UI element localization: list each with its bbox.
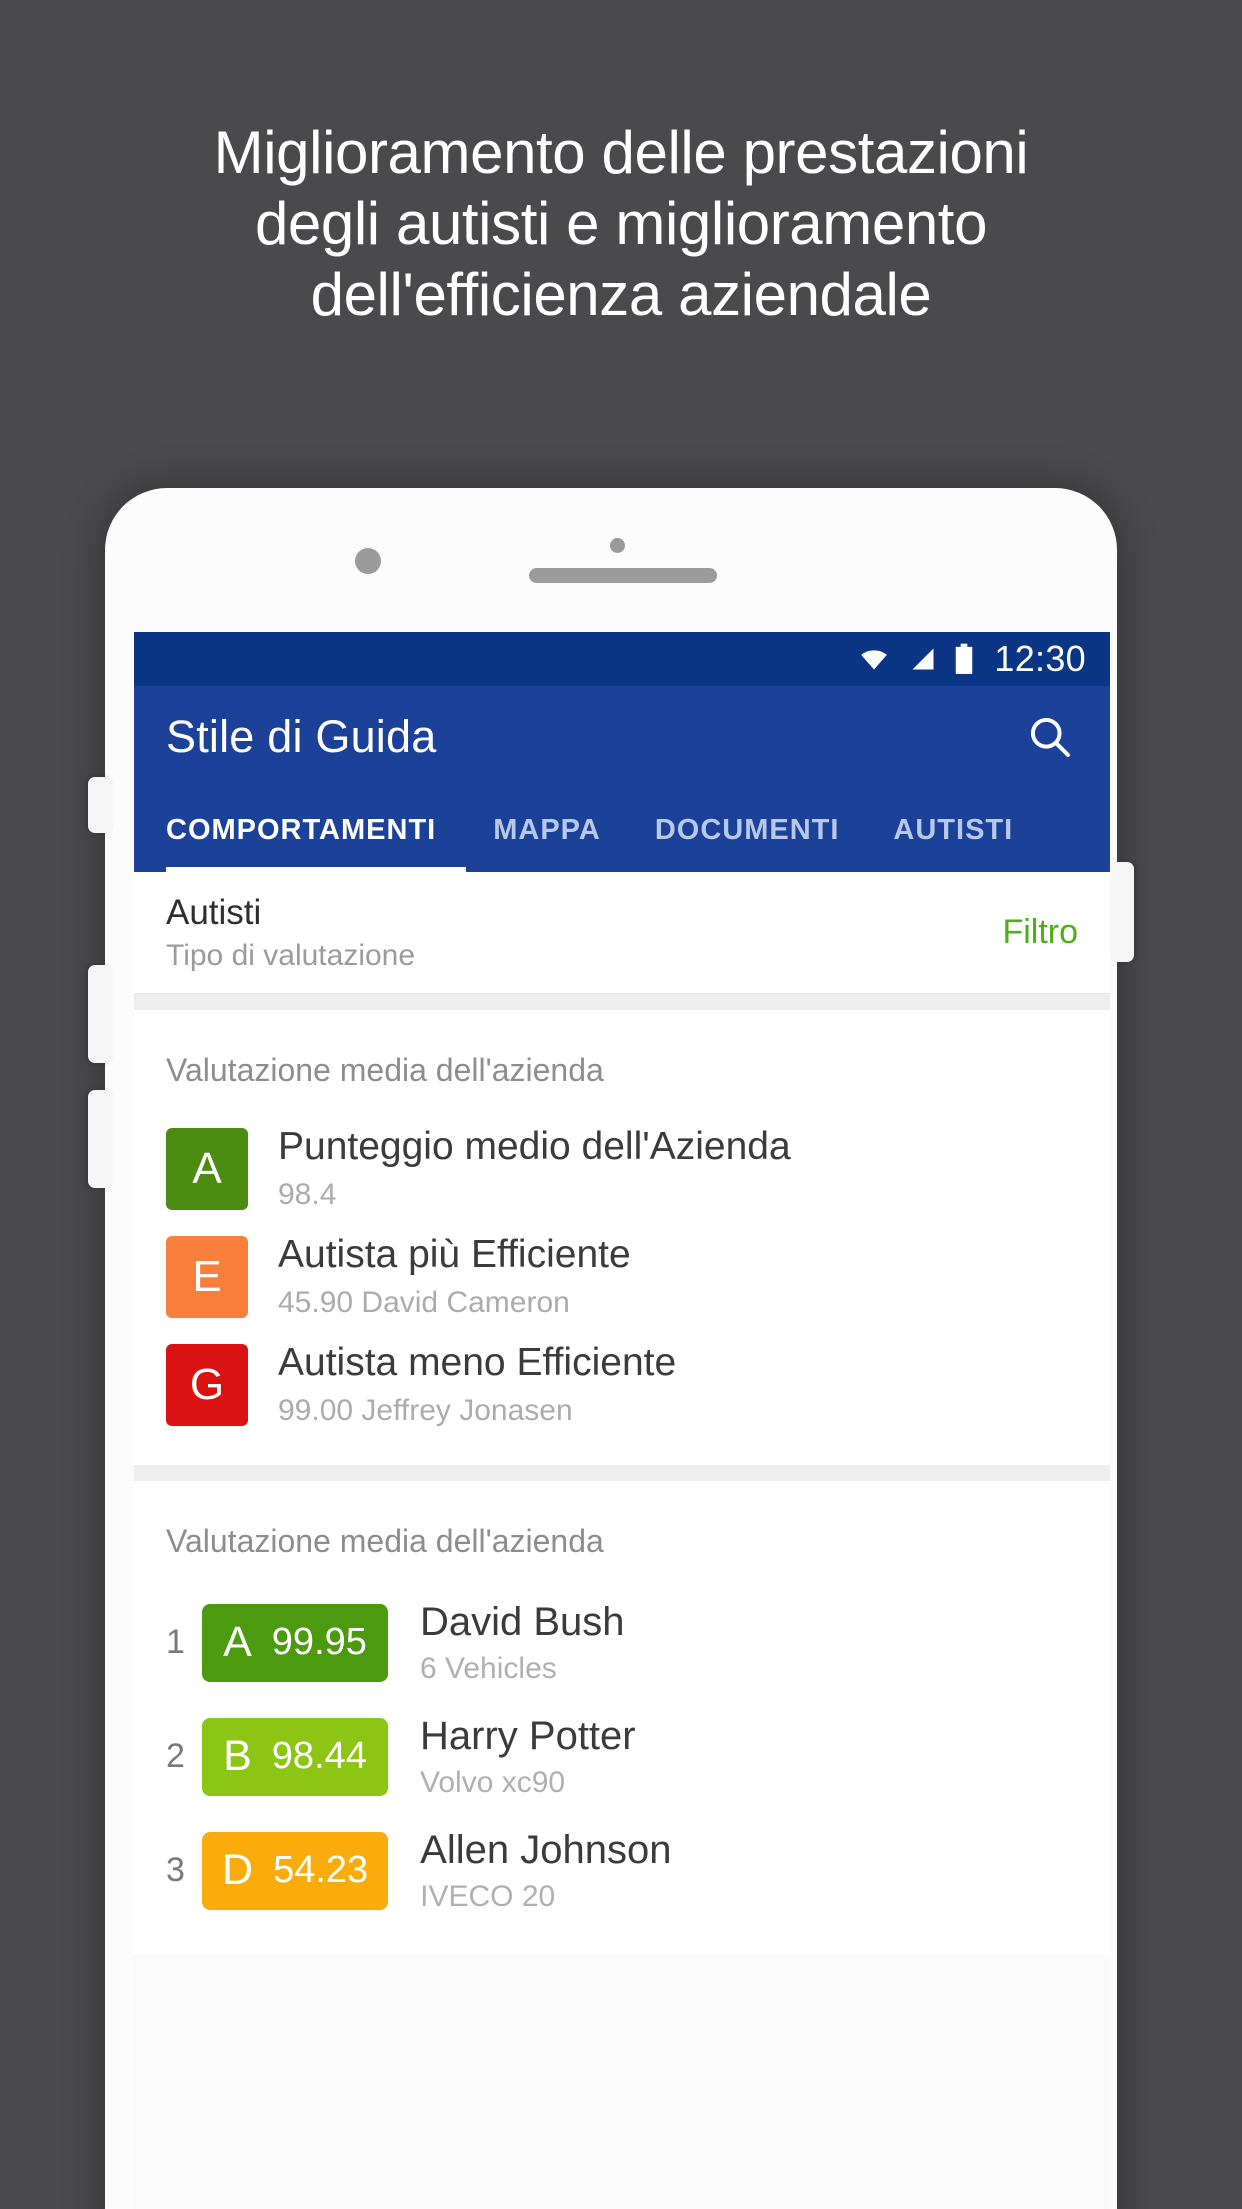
table-row[interactable]: 2 B 98.44 Harry Potter Volvo xc90 <box>134 1700 1110 1814</box>
grade-letter: E <box>192 1251 222 1301</box>
status-bar: 12:30 <box>134 632 1110 686</box>
driver-name: Allen Johnson <box>420 1827 672 1872</box>
grade-letter: D <box>222 1846 254 1895</box>
search-icon <box>1030 717 1070 757</box>
grade-score-badge: B 98.44 <box>202 1717 388 1796</box>
list-item-subtitle: 45.90 David Cameron <box>278 1285 570 1319</box>
tab-label: DOCUMENTI <box>654 813 840 846</box>
headline-line-1: Miglioramento delle prestazioni <box>213 119 1029 186</box>
phone-button-volume-down[interactable] <box>88 1090 112 1188</box>
list-item-subtitle: 99.00 Jeffrey Jonasen <box>278 1393 573 1427</box>
signal-icon <box>912 648 934 670</box>
phone-button-mute[interactable] <box>88 777 112 833</box>
page-title: Miglioramento delle prestazioni degli au… <box>0 118 1242 330</box>
grade-badge: E <box>166 1235 248 1318</box>
phone-button-power[interactable] <box>1112 862 1134 962</box>
list-item-texts: Autista più Efficiente 45.90 David Camer… <box>278 1232 631 1320</box>
headline-line-3: dell'efficienza aziendale <box>310 260 932 328</box>
filter-button[interactable]: Filtro <box>1002 913 1078 952</box>
search-button[interactable] <box>1022 709 1078 765</box>
rank-number: 2 <box>166 1737 185 1776</box>
table-row-texts: David Bush 6 Vehicles <box>420 1600 625 1686</box>
filter-subtitle: Tipo di valutazione <box>166 938 416 972</box>
tab-mappa[interactable]: MAPPA <box>466 788 628 872</box>
grade-letter: A <box>223 1618 252 1667</box>
battery-icon <box>956 643 973 674</box>
score-value: 99.95 <box>271 1621 367 1664</box>
app-bar: Stile di Guida <box>134 686 1110 788</box>
grade-letter: G <box>189 1359 225 1409</box>
card-title: Valutazione media dell'azienda <box>166 1522 604 1559</box>
table-row[interactable]: 3 D 54.23 Allen Johnson IVECO 20 <box>134 1814 1110 1928</box>
wifi-icon <box>861 650 888 670</box>
grade-score-badge: A 99.95 <box>202 1603 388 1682</box>
tab-label: AUTISTI <box>893 813 1014 846</box>
table-row-texts: Harry Potter Volvo xc90 <box>420 1714 636 1800</box>
status-bar-clock: 12:30 <box>994 638 1086 679</box>
rank-number: 3 <box>166 1851 185 1890</box>
grade-letter: A <box>192 1143 222 1193</box>
grade-badge: A <box>166 1127 248 1210</box>
filter-header[interactable]: Autisti Tipo di valutazione Filtro <box>134 872 1110 994</box>
list-item[interactable]: A Punteggio medio dell'Azienda 98.4 <box>134 1115 1110 1223</box>
grade-score-badge: D 54.23 <box>202 1831 389 1910</box>
list-item-texts: Punteggio medio dell'Azienda 98.4 <box>278 1125 791 1212</box>
driver-ranking-card: Valutazione media dell'azienda 1 A 99.95… <box>134 1480 1110 1954</box>
list-item-title: Autista meno Efficiente <box>278 1340 677 1384</box>
tab-bar[interactable]: COMPORTAMENTI MAPPA DOCUMENTI AUTISTI <box>134 788 1110 872</box>
tab-label: COMPORTAMENTI <box>166 813 437 846</box>
phone-screen: 12:30 Stile di Guida COMPORTAMENTI MAPPA… <box>134 632 1110 2209</box>
promo-screenshot: Miglioramento delle prestazioni degli au… <box>0 0 1242 2209</box>
grade-badge: G <box>166 1343 248 1426</box>
filter-title: Autisti <box>166 893 262 933</box>
driver-vehicle: IVECO 20 <box>420 1879 556 1913</box>
headline-line-2: degli autisti e miglioramento <box>254 189 988 257</box>
list-item-texts: Autista meno Efficiente 99.00 Jeffrey Jo… <box>278 1340 677 1428</box>
list-item-subtitle: 98.4 <box>278 1177 337 1211</box>
tab-label: MAPPA <box>493 813 601 846</box>
driver-name: David Bush <box>420 1599 625 1644</box>
list-item[interactable]: E Autista più Efficiente 45.90 David Cam… <box>134 1223 1110 1331</box>
grade-letter: B <box>223 1732 252 1781</box>
driver-vehicle: 6 Vehicles <box>420 1651 557 1685</box>
driver-name: Harry Potter <box>420 1713 636 1758</box>
section-divider <box>134 994 1110 1010</box>
score-value: 54.23 <box>273 1849 369 1892</box>
tab-comportamenti[interactable]: COMPORTAMENTI <box>166 788 467 872</box>
list-item[interactable]: G Autista meno Efficiente 99.00 Jeffrey … <box>134 1331 1110 1439</box>
card-title: Valutazione media dell'azienda <box>166 1052 604 1088</box>
score-value: 98.44 <box>271 1735 367 1778</box>
table-row-texts: Allen Johnson IVECO 20 <box>420 1828 671 1914</box>
front-camera-icon <box>355 548 381 574</box>
proximity-sensor-icon <box>610 538 625 553</box>
filter-header-texts: Autisti Tipo di valutazione <box>166 892 1002 972</box>
phone-button-volume-up[interactable] <box>88 965 112 1063</box>
earpiece-speaker <box>529 568 717 583</box>
tab-documenti[interactable]: DOCUMENTI <box>628 788 867 872</box>
table-row[interactable]: 1 A 99.95 David Bush 6 Vehicles <box>134 1586 1110 1700</box>
list-item-title: Autista più Efficiente <box>278 1232 631 1276</box>
tab-autisti[interactable]: AUTISTI <box>866 788 1040 872</box>
driver-vehicle: Volvo xc90 <box>420 1765 566 1799</box>
company-average-card: Valutazione media dell'azienda A Puntegg… <box>134 1010 1110 1465</box>
section-divider <box>134 1464 1110 1481</box>
rank-number: 1 <box>166 1623 185 1662</box>
app-bar-title: Stile di Guida <box>166 711 437 762</box>
list-item-title: Punteggio medio dell'Azienda <box>278 1125 791 1168</box>
